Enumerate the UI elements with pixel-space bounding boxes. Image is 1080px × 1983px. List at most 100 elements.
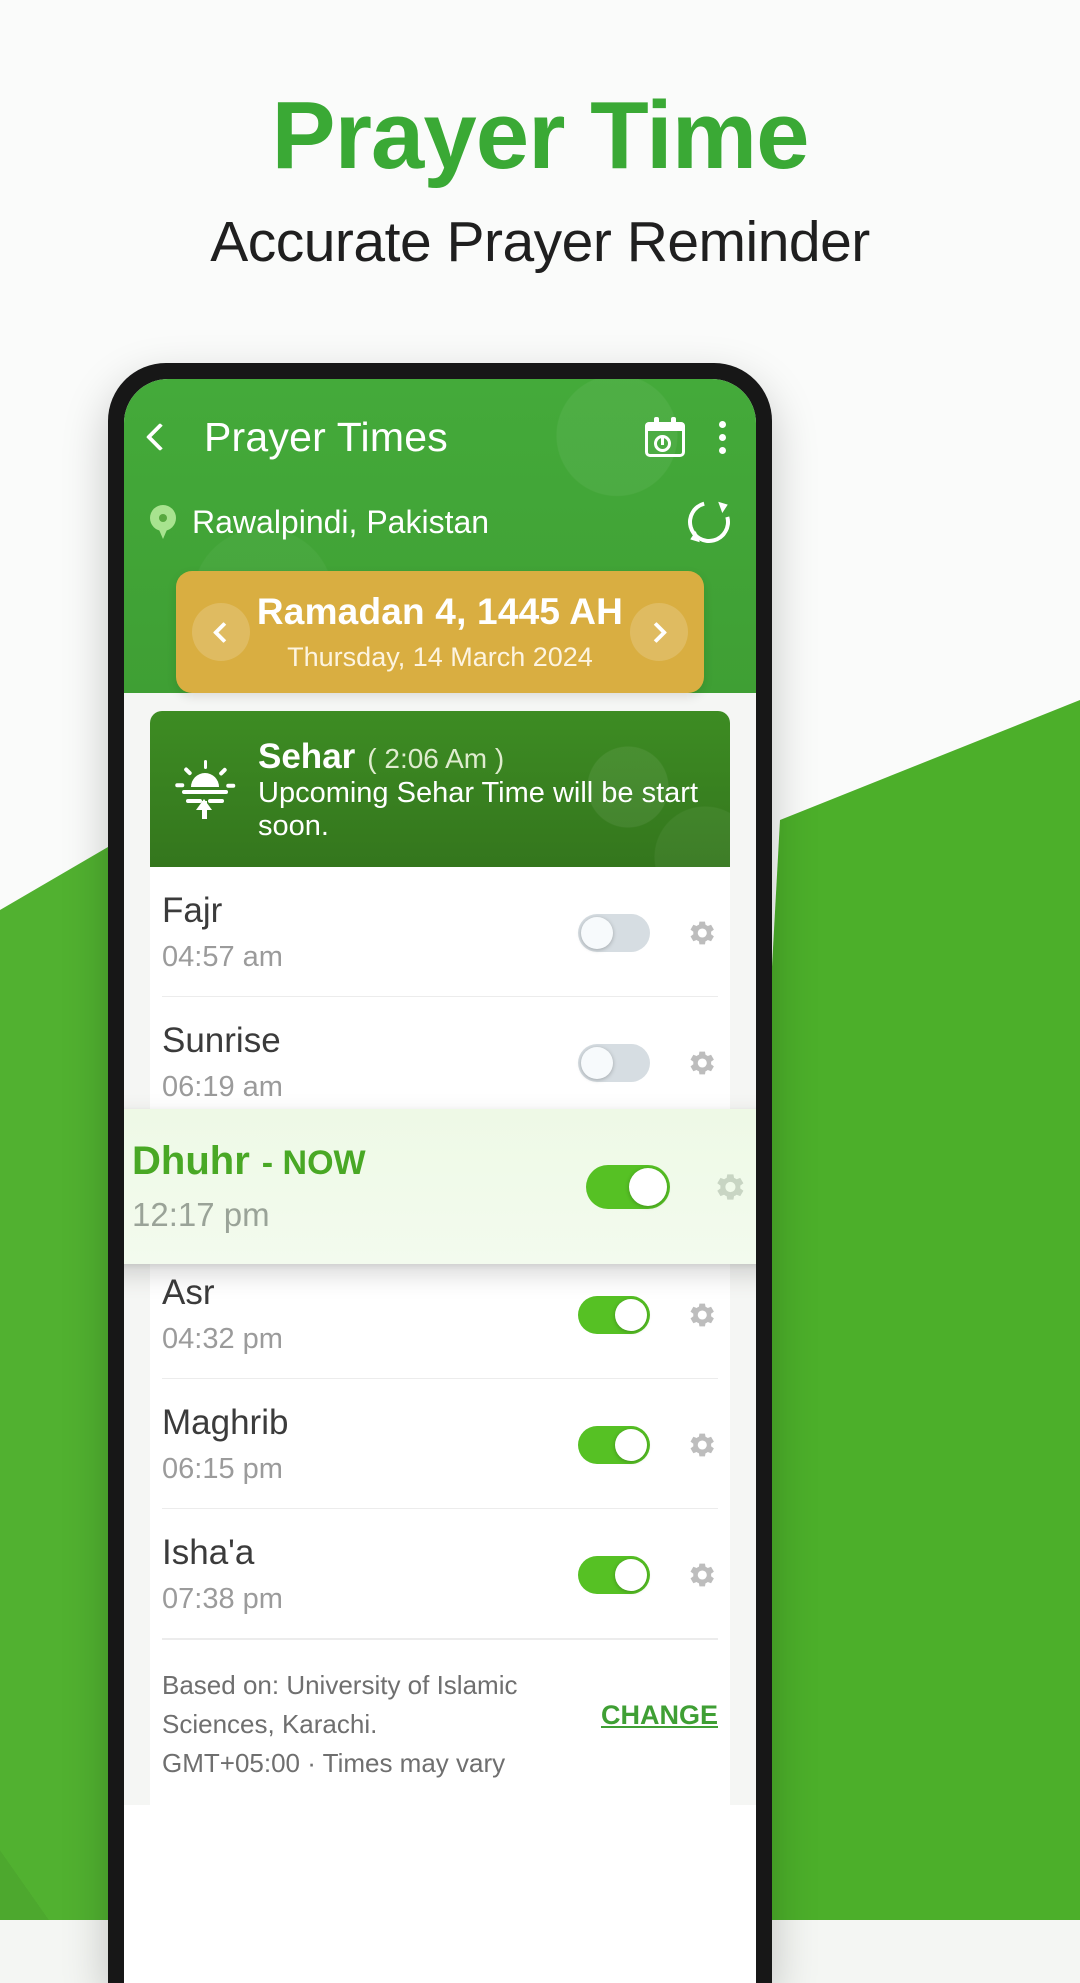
current-prayer-time: 12:17 pm xyxy=(132,1196,270,1233)
alarm-toggle[interactable] xyxy=(578,1555,650,1594)
prayer-info: Sunrise 06:19 am xyxy=(162,1021,578,1104)
page-title: Prayer Times xyxy=(204,413,448,460)
promo-subtitle: Accurate Prayer Reminder xyxy=(210,209,870,274)
prayer-info: Asr 04:32 pm xyxy=(162,1273,578,1356)
chevron-right-icon xyxy=(645,621,668,643)
toggle-knob xyxy=(615,1428,647,1461)
menu-dot xyxy=(719,446,726,454)
horizon-line xyxy=(182,790,228,794)
alarm-toggle[interactable] xyxy=(578,1295,650,1334)
sehar-message: Upcoming Sehar Time will be start soon. xyxy=(258,777,698,842)
calculation-method-footer: Based on: University of Islamic Sciences… xyxy=(162,1639,718,1805)
prayer-time: 06:15 pm xyxy=(162,1453,283,1485)
sehar-banner[interactable]: Sehar ( 2:06 Am ) Upcoming Sehar Time wi… xyxy=(150,711,730,867)
prayer-name: Sunrise xyxy=(162,1021,281,1060)
prayer-time: 07:38 pm xyxy=(162,1583,283,1615)
gregorian-date: Thursday, 14 March 2024 xyxy=(287,642,593,672)
status-badge: - NOW xyxy=(261,1144,366,1182)
toggle-knob xyxy=(615,1298,647,1331)
prayer-info: Fajr 04:57 am xyxy=(162,891,578,974)
sun-ray xyxy=(203,760,207,769)
location-row[interactable]: Rawalpindi, Pakistan xyxy=(150,493,738,551)
toggle-knob xyxy=(615,1558,647,1591)
pin-tail xyxy=(157,525,169,539)
back-button[interactable] xyxy=(145,413,190,461)
hijri-date: Ramadan 4, 1445 AH xyxy=(256,591,624,632)
toggle-knob xyxy=(629,1167,667,1206)
sun-dome xyxy=(191,773,219,787)
prayer-list: Fajr 04:57 am Sunrise 06:19 am Dhuhr - N… xyxy=(124,867,756,1805)
alarm-toggle[interactable] xyxy=(578,1425,650,1464)
sun-ray xyxy=(175,783,185,788)
alarm-toggle[interactable] xyxy=(578,1043,650,1082)
table-row[interactable]: Asr 04:32 pm xyxy=(162,1249,718,1379)
toggle-knob xyxy=(581,916,613,949)
sun-ray xyxy=(183,767,193,776)
prayer-name: Maghrib xyxy=(162,1403,289,1442)
date-labels: Ramadan 4, 1445 AH Thursday, 14 March 20… xyxy=(250,591,630,673)
sun-ray xyxy=(225,783,235,788)
date-navigator: Ramadan 4, 1445 AH Thursday, 14 March 20… xyxy=(176,571,704,693)
prayer-name: Isha'a xyxy=(162,1533,255,1572)
prayer-info: Isha'a 07:38 pm xyxy=(162,1533,578,1616)
current-prayer-card[interactable]: Dhuhr - NOW 12:17 pm xyxy=(124,1109,756,1264)
sunrise-icon xyxy=(174,760,236,819)
change-method-link[interactable]: CHANGE xyxy=(601,1700,718,1731)
prayer-info: Maghrib 06:15 pm xyxy=(162,1403,578,1486)
refresh-icon[interactable] xyxy=(680,493,738,551)
calendar-clock-hand xyxy=(661,438,664,445)
next-day-button[interactable] xyxy=(630,603,688,661)
sehar-label: Sehar xyxy=(258,737,356,776)
chevron-left-icon xyxy=(145,422,175,452)
current-prayer-info: Dhuhr - NOW 12:17 pm xyxy=(132,1139,586,1234)
gear-icon[interactable] xyxy=(684,1046,718,1080)
pin-dot xyxy=(159,514,167,522)
sehar-heading: Sehar ( 2:06 Am ) xyxy=(258,737,706,777)
method-line-2: GMT+05:00 · Times may vary xyxy=(162,1748,506,1778)
sehar-text: Sehar ( 2:06 Am ) Upcoming Sehar Time wi… xyxy=(258,737,706,843)
now-card-slot: Dhuhr - NOW 12:17 pm xyxy=(124,1109,756,1264)
prayer-time: 06:19 am xyxy=(162,1071,283,1103)
gear-icon[interactable] xyxy=(684,1428,718,1462)
app-bar-row: Prayer Times xyxy=(145,413,730,461)
table-row[interactable]: Sunrise 06:19 am xyxy=(162,997,718,1127)
up-arrow-stem xyxy=(202,801,207,819)
phone-screen: Prayer Times Rawalpindi, Pakistan Ramada… xyxy=(124,379,756,1983)
gear-icon[interactable] xyxy=(710,1168,748,1206)
prayer-name: Fajr xyxy=(162,891,223,930)
calendar-clock-icon[interactable] xyxy=(645,417,685,457)
current-prayer-heading: Dhuhr - NOW xyxy=(132,1139,586,1184)
location-name: Rawalpindi, Pakistan xyxy=(192,503,490,540)
previous-day-button[interactable] xyxy=(192,603,250,661)
menu-dot xyxy=(719,433,726,441)
prayer-time: 04:32 pm xyxy=(162,1323,283,1355)
gear-icon[interactable] xyxy=(684,1298,718,1332)
table-row[interactable]: Maghrib 06:15 pm xyxy=(162,1379,718,1509)
phone-mockup: Prayer Times Rawalpindi, Pakistan Ramada… xyxy=(108,363,772,1983)
method-text: Based on: University of Islamic Sciences… xyxy=(162,1666,583,1783)
sehar-time: ( 2:06 Am ) xyxy=(367,743,505,774)
more-vertical-icon[interactable] xyxy=(715,417,730,458)
table-row[interactable]: Fajr 04:57 am xyxy=(162,867,718,997)
table-row[interactable]: Isha'a 07:38 pm xyxy=(162,1509,718,1639)
alarm-toggle[interactable] xyxy=(578,913,650,952)
calendar-header xyxy=(645,422,685,431)
toggle-knob xyxy=(581,1046,613,1079)
prayer-name: Asr xyxy=(162,1273,215,1312)
promo-title: Prayer Time xyxy=(271,82,810,189)
gear-icon[interactable] xyxy=(684,1558,718,1592)
prayer-time: 04:57 am xyxy=(162,941,283,973)
app-bar-actions xyxy=(645,417,730,458)
app-content: Sehar ( 2:06 Am ) Upcoming Sehar Time wi… xyxy=(124,693,756,1805)
sun-ray xyxy=(217,767,227,776)
menu-dot xyxy=(719,420,726,428)
refresh-ring xyxy=(680,493,738,551)
location-pin-icon xyxy=(150,505,176,539)
method-line-1: Based on: University of Islamic Sciences… xyxy=(162,1670,518,1739)
gear-icon[interactable] xyxy=(684,916,718,950)
current-prayer-name: Dhuhr xyxy=(132,1139,250,1183)
alarm-toggle[interactable] xyxy=(586,1164,670,1209)
promo-header: Prayer Time Accurate Prayer Reminder xyxy=(0,82,1080,275)
chevron-left-icon xyxy=(212,621,235,643)
app-bar: Prayer Times Rawalpindi, Pakistan Ramada… xyxy=(124,379,756,693)
